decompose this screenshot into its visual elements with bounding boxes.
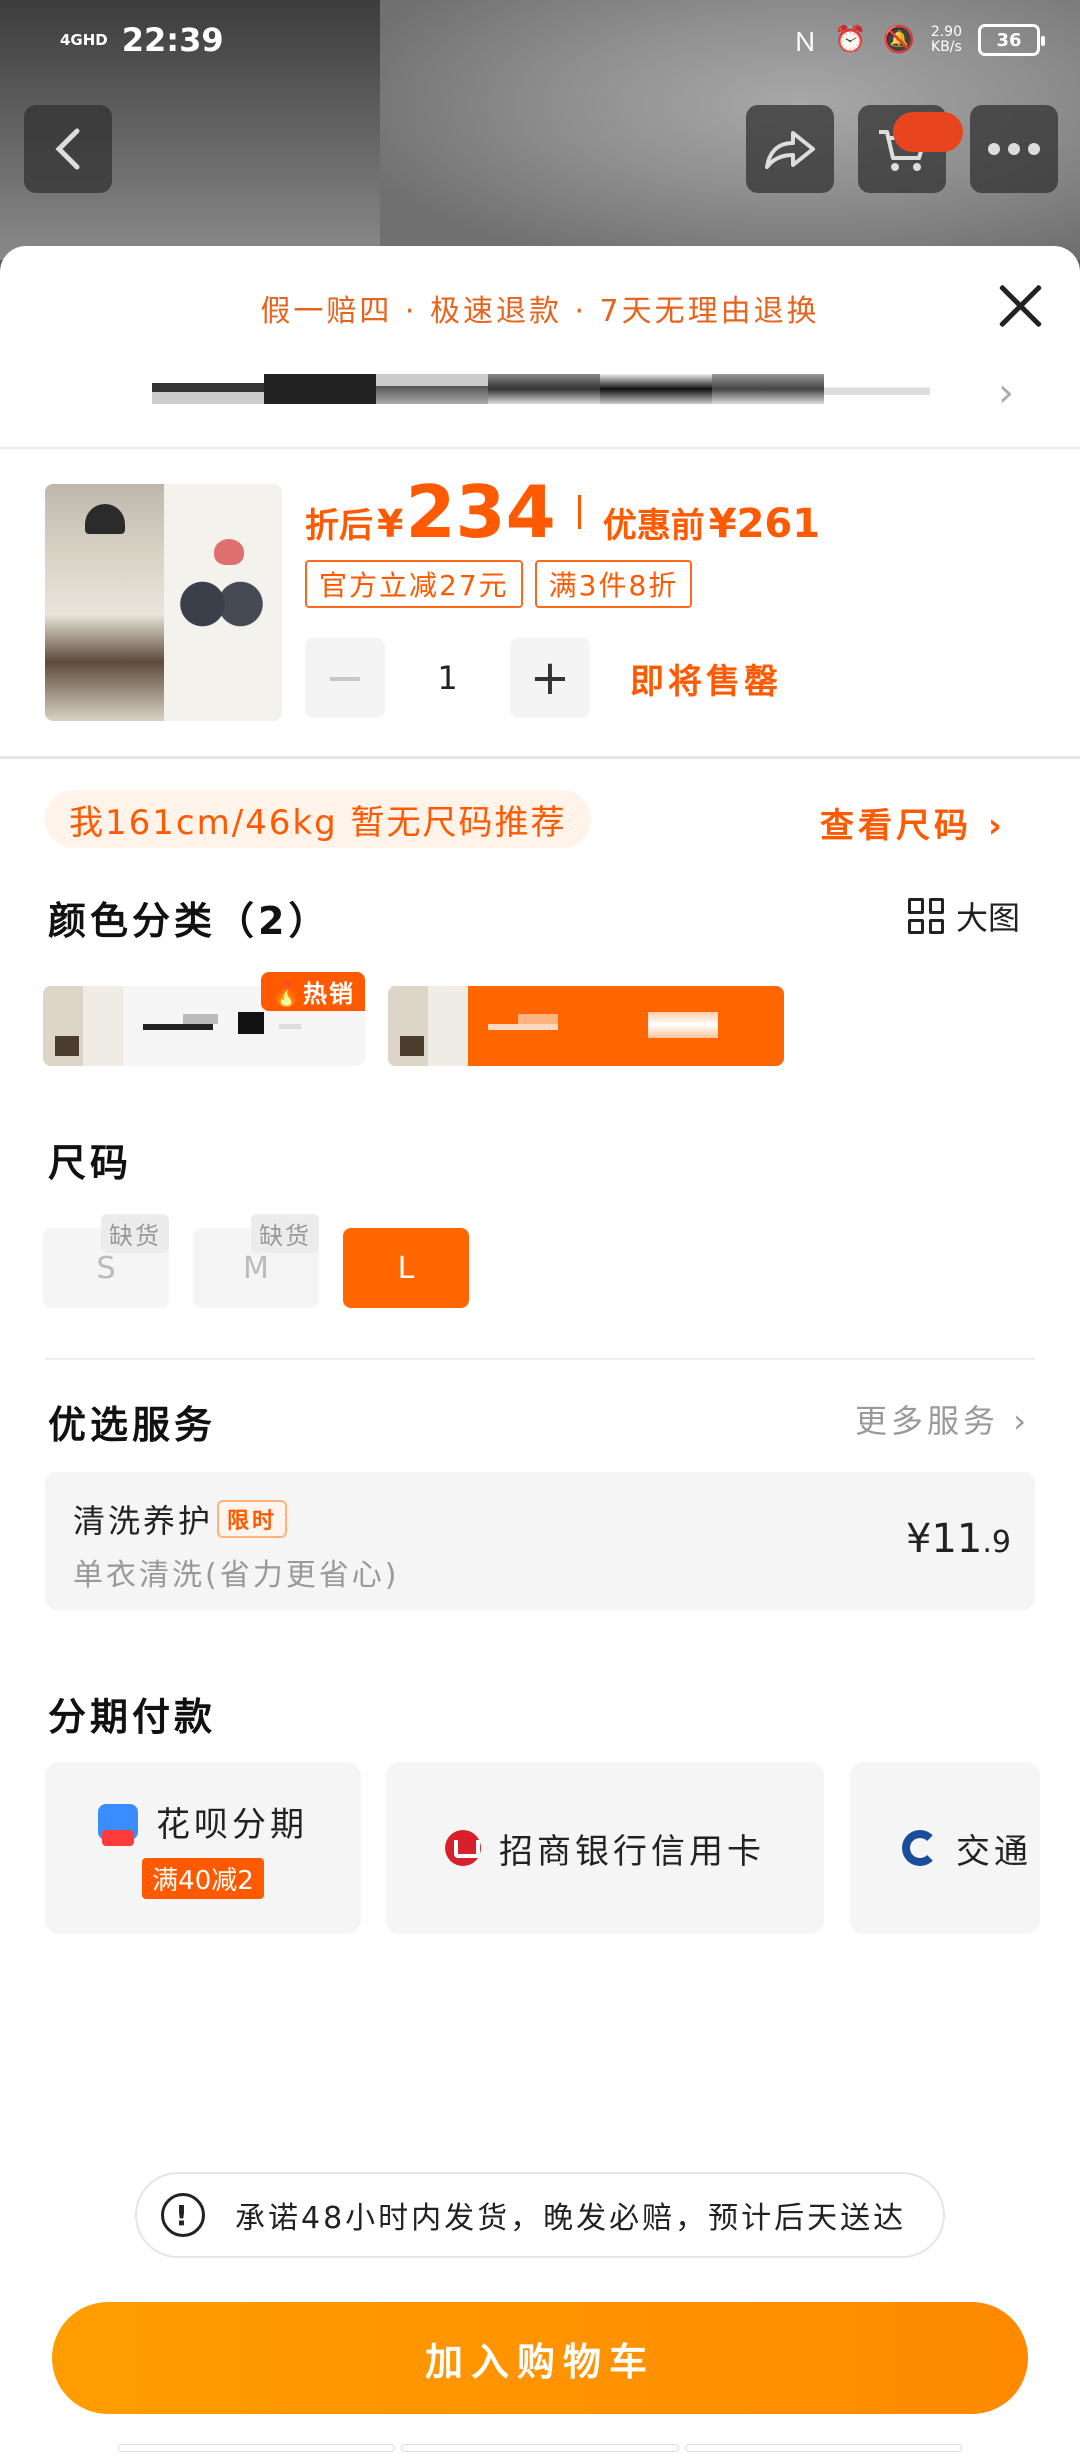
size-option-l-selected[interactable]: L: [343, 1228, 469, 1308]
size-option-m[interactable]: M 缺货: [193, 1214, 319, 1308]
installment-option-cmb[interactable]: 招商银行信用卡: [386, 1762, 824, 1934]
print-detail-photo: [163, 484, 282, 721]
service-name: 清洗养护: [73, 1502, 214, 1540]
color-option-1[interactable]: 🔥热销: [43, 972, 365, 1066]
flame-icon: 🔥: [271, 980, 303, 1008]
price-separator: [577, 495, 581, 529]
service-card-washing[interactable]: 清洗养护 限时 单衣清洗(省力更省心) ¥11.9: [45, 1472, 1035, 1610]
installment-section-title: 分期付款: [48, 1695, 217, 1739]
cmb-bank-icon: [445, 1830, 481, 1866]
service-section-title: 优选服务: [48, 1403, 217, 1447]
model-photo: [45, 484, 164, 721]
share-icon: [765, 131, 815, 169]
service-price: ¥11.9: [906, 1516, 1011, 1562]
more-dots-icon: [988, 143, 1040, 155]
color-section-title: 颜色分类（2）: [48, 899, 331, 943]
out-of-stock-badge: 缺货: [251, 1214, 319, 1253]
original-price: ¥261: [708, 501, 821, 547]
chevron-right-icon: ›: [1013, 1402, 1030, 1440]
clock: 22:39: [121, 21, 224, 59]
huabei-icon: [98, 1803, 138, 1846]
battery-icon: 36: [978, 24, 1045, 56]
discount-tags: 官方立减27元 满3件8折: [305, 560, 693, 608]
bocom-bank-icon: [902, 1830, 938, 1866]
final-price: 234: [405, 470, 556, 554]
out-of-stock-badge: 缺货: [101, 1214, 169, 1253]
quantity-value: 1: [437, 659, 458, 697]
size-section-title: 尺码: [48, 1141, 133, 1185]
increase-button[interactable]: +: [510, 638, 590, 718]
limited-time-badge: 限时: [217, 1500, 288, 1538]
big-picture-toggle[interactable]: 大图: [908, 893, 1020, 939]
alarm-icon: ⏰: [834, 25, 867, 55]
nfc-icon: Ｎ: [792, 27, 819, 58]
product-thumbnail[interactable]: [45, 484, 282, 721]
installment-promo: 满40减2: [142, 1858, 264, 1899]
service-promise: 假一赔四 · 极速退款 · 7天无理由退换: [260, 294, 820, 329]
grid-icon: [908, 898, 944, 934]
price-row: 折后 ¥ 234 优惠前 ¥261: [305, 470, 821, 554]
info-icon: !: [161, 2193, 205, 2237]
mute-icon: 🔕: [882, 25, 915, 55]
close-button[interactable]: [990, 276, 1050, 336]
status-bar: 4GHD 22:39 Ｎ ⏰ 🔕 2.90 KB/s 36: [0, 0, 1080, 80]
more-services-link[interactable]: 更多服务 ›: [855, 1396, 1030, 1442]
divider: [0, 447, 1080, 449]
installment-option-bocom[interactable]: 交通: [850, 1762, 1040, 1934]
banner-chevron-right-icon[interactable]: ›: [998, 370, 1014, 416]
gesture-bar: [118, 2444, 962, 2454]
service-description: 单衣清洗(省力更省心): [73, 1558, 400, 1593]
color-thumbnail: [43, 986, 123, 1066]
chevron-right-icon: ›: [987, 806, 1006, 846]
redacted-banner: [152, 374, 930, 404]
view-size-chart-link[interactable]: 查看尺码 ›: [820, 798, 1006, 847]
hot-sale-badge: 🔥热销: [261, 972, 365, 1011]
share-button[interactable]: [746, 105, 834, 193]
add-to-cart-button[interactable]: 加入购物车: [52, 2302, 1028, 2414]
net-speed: 2.90 KB/s: [930, 24, 962, 55]
color-thumbnail: [388, 986, 468, 1066]
installment-option-huabei[interactable]: 花呗分期 满40减2: [45, 1762, 361, 1934]
color-option-2-selected[interactable]: [388, 986, 784, 1066]
cart-count-badge: [893, 112, 963, 152]
size-recommendation: 我161cm/46kg 暂无尺码推荐: [45, 790, 591, 848]
divider: [0, 756, 1080, 759]
chevron-left-icon: [55, 128, 80, 170]
shipping-promise-notice: ! 承诺48小时内发货，晚发必赔，预计后天送达: [135, 2172, 945, 2258]
back-button[interactable]: [24, 105, 112, 193]
discount-tag: 满3件8折: [534, 560, 693, 608]
network-indicator: 4GHD: [60, 30, 108, 49]
stock-status: 即将售罄: [630, 661, 782, 702]
quantity-stepper: − 1 + 即将售罄: [305, 638, 782, 718]
decrease-button[interactable]: −: [305, 638, 385, 718]
divider: [45, 1358, 1035, 1360]
discount-tag: 官方立减27元: [305, 560, 523, 608]
more-button[interactable]: [970, 105, 1058, 193]
size-option-s[interactable]: S 缺货: [43, 1214, 169, 1308]
